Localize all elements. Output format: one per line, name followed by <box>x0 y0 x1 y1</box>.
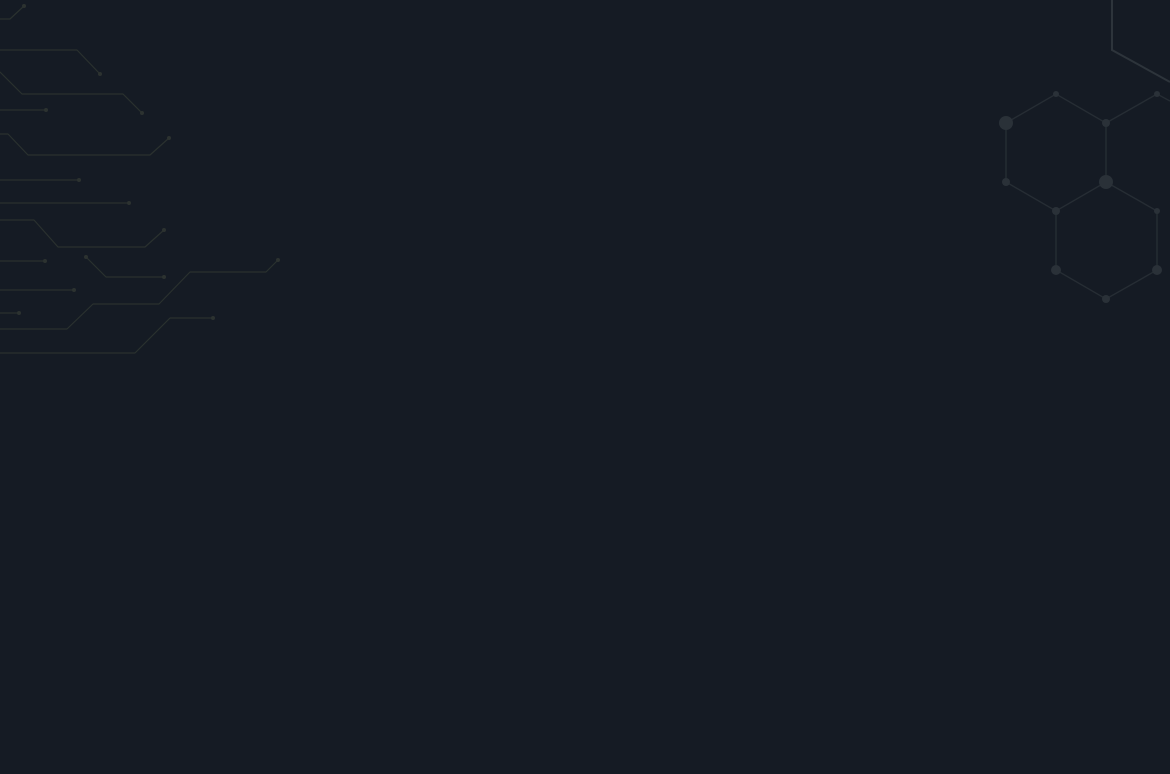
hexagon-network-decoration <box>999 0 1170 303</box>
background-screen <box>0 0 1170 774</box>
